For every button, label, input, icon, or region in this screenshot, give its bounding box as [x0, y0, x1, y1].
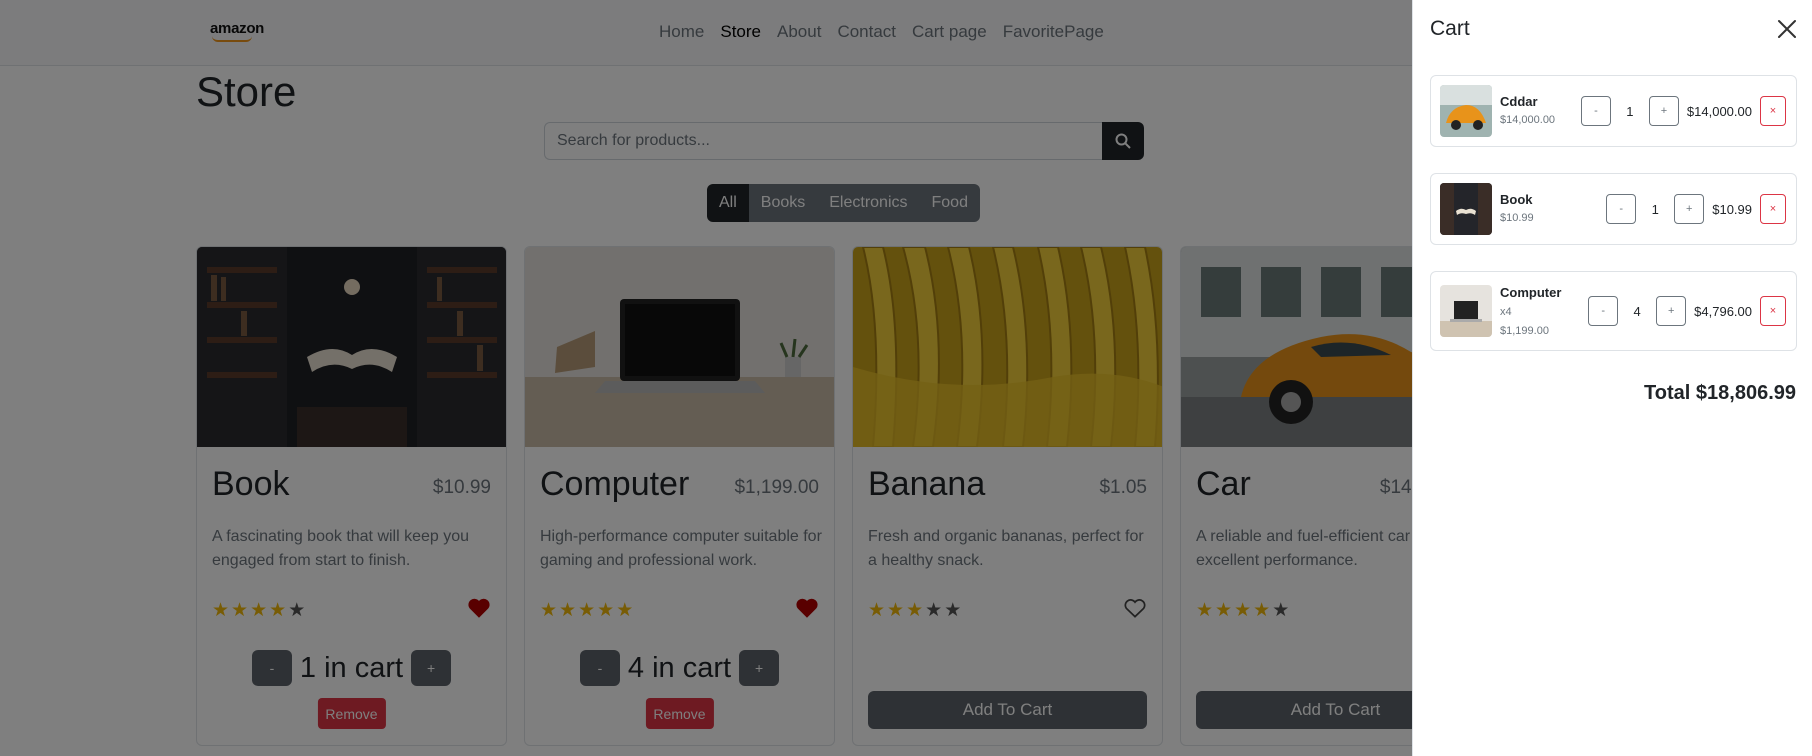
cart-item-controls: - 1 + $10.99 ×	[1606, 194, 1786, 224]
cart-item-qty-label: x4	[1500, 306, 1512, 318]
cart-title: Cart	[1430, 17, 1470, 40]
cart-item-unit-price: $10.99	[1500, 212, 1534, 224]
decrease-button[interactable]: -	[1580, 96, 1611, 126]
cart-item-thumbnail	[1440, 183, 1492, 235]
remove-item-button[interactable]: ×	[1760, 96, 1786, 126]
decrease-button[interactable]: -	[1588, 296, 1619, 326]
close-icon[interactable]	[1776, 18, 1798, 40]
cart-item-line-total: $10.99	[1712, 201, 1752, 217]
cart-item-thumbnail	[1440, 285, 1492, 337]
cart-item-quantity: 4	[1633, 303, 1641, 319]
cart-offcanvas: Cart Cddar $14,000.00 - 1 + $14,000.00 ×…	[1412, 0, 1812, 756]
cart-item-unit-price: $1,199.00	[1500, 325, 1549, 337]
cart-item-line-total: $14,000.00	[1686, 103, 1752, 119]
cart-item-name: Computer	[1500, 285, 1562, 300]
cart-item: Book $10.99 - 1 + $10.99 ×	[1430, 173, 1797, 245]
cart-item-quantity: 1	[1626, 103, 1634, 119]
cart-item: Computer x4 $1,199.00 - 4 + $4,796.00 ×	[1430, 271, 1797, 351]
cart-item-line-total: $4,796.00	[1694, 303, 1752, 319]
remove-item-button[interactable]: ×	[1760, 296, 1786, 326]
increase-button[interactable]: +	[1648, 96, 1679, 126]
increase-button[interactable]: +	[1656, 296, 1687, 326]
cart-item-controls: - 4 + $4,796.00 ×	[1588, 296, 1786, 326]
cart-item: Cddar $14,000.00 - 1 + $14,000.00 ×	[1430, 75, 1797, 147]
decrease-button[interactable]: -	[1606, 194, 1637, 224]
increase-button[interactable]: +	[1674, 194, 1705, 224]
offcanvas-backdrop[interactable]	[0, 0, 1412, 756]
remove-item-button[interactable]: ×	[1760, 194, 1786, 224]
cart-item-thumbnail	[1440, 85, 1492, 137]
cart-item-controls: - 1 + $14,000.00 ×	[1580, 96, 1786, 126]
cart-item-quantity: 1	[1651, 201, 1659, 217]
cart-item-name: Cddar	[1500, 94, 1538, 109]
cart-item-name: Book	[1500, 192, 1533, 207]
cart-total: Total $18,806.99	[1644, 382, 1796, 404]
cart-item-unit-price: $14,000.00	[1500, 114, 1556, 126]
